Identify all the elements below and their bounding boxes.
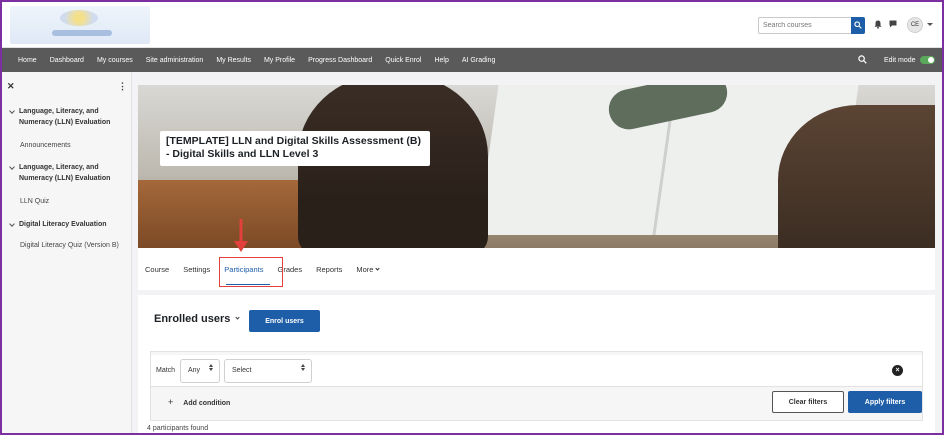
user-avatar[interactable]: CE xyxy=(907,17,923,33)
messages-chat-icon[interactable] xyxy=(889,20,897,28)
user-menu-chevron-down-icon[interactable] xyxy=(927,23,933,26)
enrolled-users-menu[interactable]: Enrolled users xyxy=(154,313,241,325)
logo-sun-graphic xyxy=(60,10,98,26)
site-logo[interactable] xyxy=(10,6,150,44)
close-sidebar-icon[interactable]: ✕ xyxy=(7,81,15,92)
remove-filter-close-icon[interactable]: × xyxy=(892,365,903,376)
hero-child-graphic xyxy=(298,85,488,248)
logo-bar-graphic xyxy=(52,30,112,36)
sidebar-section-title-text: Language, Literacy, and Numeracy (LLN) E… xyxy=(19,164,111,182)
participants-count: 4 participants found xyxy=(147,425,209,432)
page-heading: Enrolled users xyxy=(154,313,231,325)
course-search-input[interactable] xyxy=(758,17,852,34)
participants-panel: Enrolled users Enrol users Match Any Sel… xyxy=(138,295,935,433)
add-condition-button[interactable]: + Add condition xyxy=(168,397,230,407)
clear-filters-button[interactable]: Clear filters xyxy=(772,391,844,413)
match-select-value: Any xyxy=(188,367,201,374)
condition-type-select[interactable]: Select xyxy=(224,359,312,383)
sidebar-item-announcements[interactable]: Announcements xyxy=(10,140,128,151)
sidebar-section-digital-literacy[interactable]: Digital Literacy Evaluation Digital Lite… xyxy=(9,219,128,251)
nav-item-help[interactable]: Help xyxy=(434,57,448,64)
hero-adult-graphic xyxy=(778,105,935,248)
tab-settings[interactable]: Settings xyxy=(183,265,210,274)
chevron-down-icon xyxy=(235,315,241,320)
filter-row: Match Any Select × xyxy=(151,355,922,387)
sidebar-section-title[interactable]: Digital Literacy Evaluation xyxy=(9,219,128,230)
course-title: [TEMPLATE] LLN and Digital Skills Assess… xyxy=(160,131,430,166)
chevron-down-icon[interactable] xyxy=(9,164,15,170)
nav-item-site-administration[interactable]: Site administration xyxy=(146,57,204,64)
apply-filters-button[interactable]: Apply filters xyxy=(848,391,922,413)
window-frame: CE Home Dashboard My courses Site admini… xyxy=(0,0,944,435)
secondary-navigation: Course Settings Participants Grades Repo… xyxy=(138,248,935,290)
edit-mode-label: Edit mode xyxy=(884,56,916,64)
edit-mode-toggle[interactable] xyxy=(919,56,935,64)
edit-mode-control: Edit mode xyxy=(884,48,935,72)
nav-item-quick-enrol[interactable]: Quick Enrol xyxy=(385,57,421,64)
tab-course[interactable]: Course xyxy=(145,265,169,274)
nav-item-home[interactable]: Home xyxy=(18,57,37,64)
sidebar-section-title-text: Digital Literacy Evaluation xyxy=(19,221,107,228)
more-options-icon[interactable]: ⋮ xyxy=(118,81,127,92)
nav-search-icon[interactable] xyxy=(858,55,867,64)
select-arrows-icon xyxy=(209,364,213,371)
tab-reports[interactable]: Reports xyxy=(316,265,342,274)
search-button[interactable] xyxy=(851,17,865,34)
nav-item-dashboard[interactable]: Dashboard xyxy=(50,57,84,64)
filter-panel: Match Any Select × + Add condition Clear … xyxy=(150,351,923,421)
sidebar-section-lln-evaluation-2[interactable]: Language, Literacy, and Numeracy (LLN) E… xyxy=(9,162,128,207)
sidebar-section-lln-evaluation-1[interactable]: Language, Literacy, and Numeracy (LLN) E… xyxy=(9,106,128,151)
sidebar-section-title[interactable]: Language, Literacy, and Numeracy (LLN) E… xyxy=(9,106,128,128)
nav-item-ai-grading[interactable]: AI Grading xyxy=(462,57,495,64)
match-label: Match xyxy=(156,367,176,374)
top-header: CE xyxy=(2,2,942,48)
sidebar-section-title-text: Language, Literacy, and Numeracy (LLN) E… xyxy=(19,108,111,126)
chevron-down-icon[interactable] xyxy=(9,108,15,114)
nav-item-my-profile[interactable]: My Profile xyxy=(264,57,295,64)
annotation-arrow-icon xyxy=(234,219,248,252)
search-icon xyxy=(854,21,862,29)
match-select[interactable]: Any xyxy=(180,359,220,383)
chevron-down-icon xyxy=(375,266,381,271)
plus-icon: + xyxy=(168,397,174,407)
tab-more-label: More xyxy=(356,265,374,274)
select-arrows-icon xyxy=(301,364,305,371)
course-header-image: [TEMPLATE] LLN and Digital Skills Assess… xyxy=(138,85,935,248)
condition-select-value: Select xyxy=(232,367,252,374)
primary-navigation: Home Dashboard My courses Site administr… xyxy=(2,48,942,72)
notifications-bell-icon[interactable] xyxy=(874,20,882,29)
sidebar-section-title[interactable]: Language, Literacy, and Numeracy (LLN) E… xyxy=(9,162,128,184)
nav-item-my-results[interactable]: My Results xyxy=(216,57,251,64)
sidebar-item-digital-literacy-quiz[interactable]: Digital Literacy Quiz (Version B) xyxy=(10,240,128,251)
sidebar-item-lln-quiz[interactable]: LLN Quiz xyxy=(10,196,128,207)
chevron-down-icon[interactable] xyxy=(9,221,15,227)
main-content: [TEMPLATE] LLN and Digital Skills Assess… xyxy=(133,72,942,433)
enrol-users-button[interactable]: Enrol users xyxy=(249,310,320,332)
annotation-highlight-box xyxy=(219,257,283,287)
course-index-sidebar: ✕ ⋮ Language, Literacy, and Numeracy (LL… xyxy=(2,72,132,433)
nav-item-my-courses[interactable]: My courses xyxy=(97,57,133,64)
nav-item-progress-dashboard[interactable]: Progress Dashboard xyxy=(308,57,372,64)
tab-more[interactable]: More xyxy=(356,265,381,274)
add-condition-label: Add condition xyxy=(183,400,231,407)
